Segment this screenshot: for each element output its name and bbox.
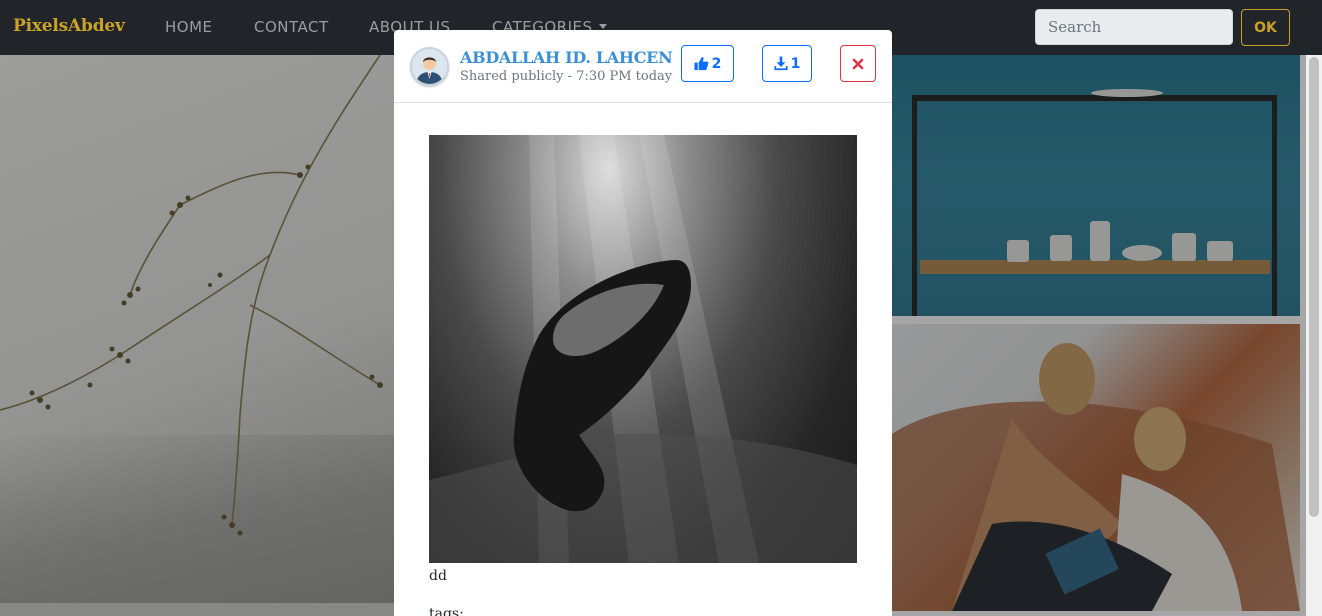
- tags-label: tags:: [429, 606, 464, 616]
- image-caption: dd: [429, 568, 447, 584]
- image-modal: ABDALLAH ID. LAHCEN Shared publicly - 7:…: [394, 30, 892, 616]
- search-submit-button[interactable]: OK: [1241, 9, 1290, 46]
- close-button[interactable]: [840, 45, 876, 82]
- avatar: [410, 47, 449, 86]
- download-count: 1: [790, 55, 801, 72]
- modal-image: [429, 135, 857, 563]
- thumbs-up-icon: [694, 56, 708, 71]
- search-input[interactable]: [1035, 9, 1233, 45]
- brand-logo[interactable]: PixelsAbdev: [13, 16, 125, 36]
- user-avatar-icon: [412, 49, 447, 84]
- nav-home[interactable]: HOME: [165, 18, 213, 36]
- close-icon: [852, 58, 864, 69]
- scroll-thumb[interactable]: [1309, 57, 1319, 517]
- page-scrollbar[interactable]: [1306, 55, 1322, 616]
- caret-down-icon: [598, 24, 607, 29]
- download-button[interactable]: 1: [762, 45, 812, 82]
- post-meta: Shared publicly - 7:30 PM today: [460, 69, 673, 84]
- nav-contact[interactable]: CONTACT: [254, 18, 329, 36]
- download-icon: [774, 56, 788, 71]
- like-button[interactable]: 2: [681, 45, 734, 82]
- author-name[interactable]: ABDALLAH ID. LAHCEN: [460, 48, 673, 67]
- like-count: 2: [711, 55, 722, 72]
- modal-header: ABDALLAH ID. LAHCEN Shared publicly - 7:…: [394, 30, 892, 103]
- underwater-illustration: [429, 135, 857, 563]
